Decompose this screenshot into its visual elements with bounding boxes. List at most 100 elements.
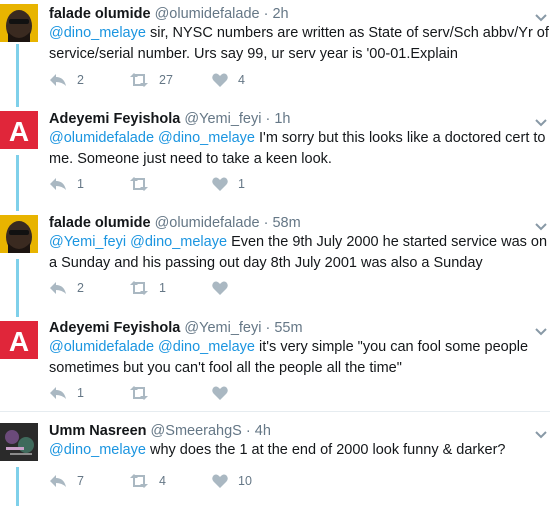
thread-line [16,259,19,310]
reply-count: 1 [77,177,84,191]
reply-button[interactable]: 1 [49,175,84,193]
thread-line [16,44,19,100]
user-handle[interactable]: @olumidefalade [155,6,260,22]
reply-button[interactable]: 2 [49,279,84,297]
separator-dot: · [263,215,269,231]
tweet-actions: 2 1 [49,279,349,297]
reply-button[interactable]: 2 [49,71,84,89]
mention-link[interactable]: @dino_melaye [130,234,227,250]
reply-count: 1 [77,386,84,400]
tweet[interactable]: A Adeyemi Feyishola @Yemi_feyi · 55m @ol… [0,310,550,411]
tweet-text: @Yemi_feyi @dino_melaye Even the 9th Jul… [49,232,549,274]
like-button[interactable] [212,384,238,402]
reply-button[interactable]: 7 [49,472,84,490]
reply-icon [50,178,66,190]
heart-icon [212,177,228,191]
retweet-icon [130,281,148,295]
tweet-header: Adeyemi Feyishola @Yemi_feyi · 1h [49,110,291,128]
mention-link[interactable]: @dino_melaye [49,25,146,41]
mention-link[interactable]: @dino_melaye [158,339,255,355]
like-count: 4 [238,73,245,87]
tweet-header: Adeyemi Feyishola @Yemi_feyi · 55m [49,319,303,337]
tweet-header: falade olumide @olumidefalade · 58m [49,214,301,232]
user-handle[interactable]: @SmeerahgS [151,423,242,439]
like-button[interactable]: 10 [212,472,252,490]
retweet-button[interactable] [129,384,159,402]
heart-icon [212,386,228,400]
heart-icon [212,73,228,87]
tweet-actions: 2 27 4 [49,71,349,89]
thread-line [16,100,19,107]
display-name[interactable]: Adeyemi Feyishola [49,320,180,336]
tweet-header: Umm Nasreen @SmeerahgS · 4h [49,422,271,440]
display-name[interactable]: Adeyemi Feyishola [49,111,180,127]
mention-link[interactable]: @dino_melaye [158,130,255,146]
retweet-button[interactable]: 1 [129,279,166,297]
display-name[interactable]: falade olumide [49,6,151,22]
svg-text:A: A [9,116,29,147]
umm-avatar[interactable] [0,423,38,461]
display-name[interactable]: falade olumide [49,215,151,231]
reply-icon [50,475,66,487]
tweet[interactable]: Umm Nasreen @SmeerahgS · 4h @dino_melaye… [0,411,550,506]
retweet-icon [130,474,148,488]
tweet-header: falade olumide @olumidefalade · 2h [49,5,289,23]
retweet-button[interactable]: 27 [129,71,173,89]
like-count: 10 [238,474,252,488]
retweet-icon [130,386,148,400]
user-handle[interactable]: @Yemi_feyi [184,111,261,127]
retweet-button[interactable] [129,175,159,193]
thread-line [16,205,19,211]
chevron-down-icon[interactable] [534,219,548,231]
retweet-count: 1 [159,281,166,295]
reply-count: 7 [77,474,84,488]
separator-dot: · [265,111,271,127]
like-count: 1 [238,177,245,191]
svg-text:A: A [9,326,29,357]
user-handle[interactable]: @Yemi_feyi [184,320,261,336]
tweet[interactable]: falade olumide @olumidefalade · 2h @dino… [0,0,550,100]
tweet-text: @olumidefalade @dino_melaye it's very si… [49,337,549,379]
retweet-icon [130,177,148,191]
user-handle[interactable]: @olumidefalade [155,215,260,231]
reply-icon [50,74,66,86]
chevron-down-icon[interactable] [534,324,548,336]
display-name[interactable]: Umm Nasreen [49,423,147,439]
timestamp[interactable]: 2h [272,6,288,22]
falade-avatar[interactable] [0,215,38,253]
reply-icon [50,387,66,399]
falade-avatar[interactable] [0,4,38,42]
reply-button[interactable]: 1 [49,384,84,402]
thread-line [16,310,19,317]
tweet-text: @dino_melaye why does the 1 at the end o… [49,440,549,461]
timestamp[interactable]: 55m [274,320,302,336]
like-button[interactable] [212,279,238,297]
reply-count: 2 [77,73,84,87]
tweet[interactable]: A Adeyemi Feyishola @Yemi_feyi · 1h @olu… [0,100,550,205]
retweet-icon [130,73,148,87]
chevron-down-icon[interactable] [534,10,548,22]
tweet[interactable]: falade olumide @olumidefalade · 58m @Yem… [0,205,550,310]
like-button[interactable]: 1 [212,175,245,193]
retweet-button[interactable]: 4 [129,472,166,490]
reply-count: 2 [77,281,84,295]
timestamp[interactable]: 4h [255,423,271,439]
adeyemi-avatar[interactable]: A [0,111,38,149]
retweet-count: 4 [159,474,166,488]
tweet-text: @olumidefalade @dino_melaye I'm sorry bu… [49,128,549,170]
mention-link[interactable]: @olumidefalade [49,339,154,355]
timestamp[interactable]: 1h [274,111,290,127]
adeyemi-avatar[interactable]: A [0,321,38,359]
mention-link[interactable]: @olumidefalade [49,130,154,146]
chevron-down-icon[interactable] [534,427,548,439]
mention-link[interactable]: @dino_melaye [49,442,146,458]
separator-dot: · [263,6,269,22]
mention-link[interactable]: @Yemi_feyi [49,234,126,250]
reply-icon [50,282,66,294]
retweet-count: 27 [159,73,173,87]
timestamp[interactable]: 58m [272,215,300,231]
chevron-down-icon[interactable] [534,115,548,127]
tweet-text-content: why does the 1 at the end of 2000 look f… [145,442,506,458]
separator-dot: · [245,423,251,439]
like-button[interactable]: 4 [212,71,245,89]
